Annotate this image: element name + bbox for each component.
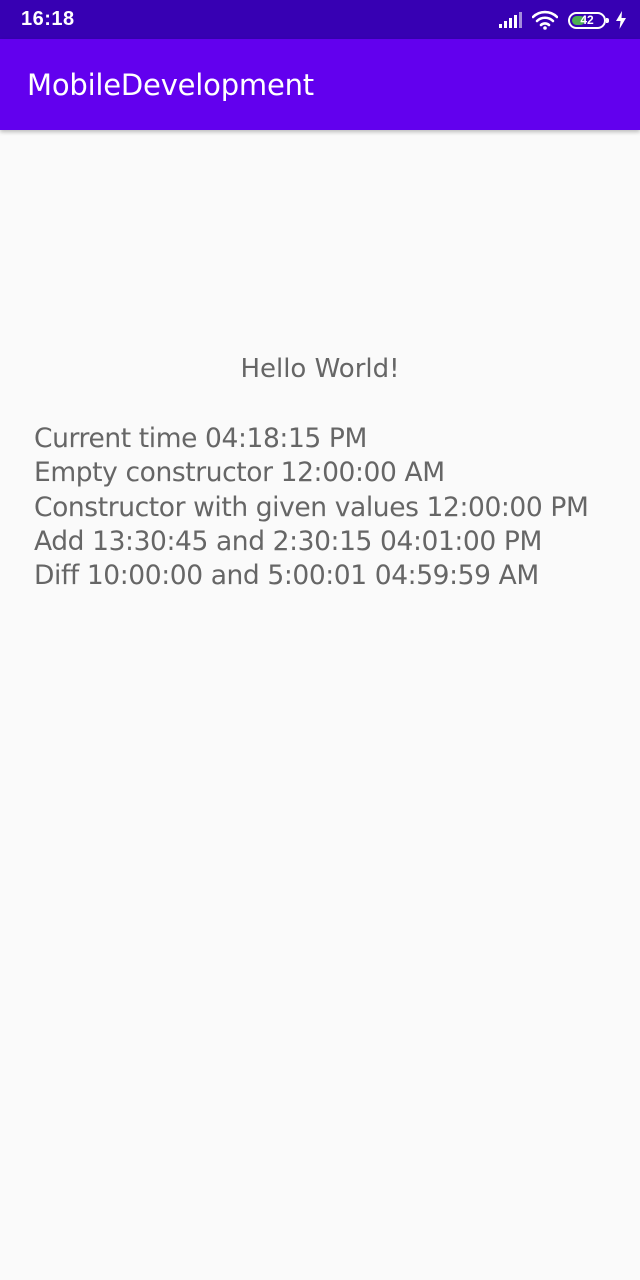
app-title: MobileDevelopment [27, 68, 314, 102]
status-bar: 16:18 42 [0, 0, 640, 39]
battery-icon: 42 [568, 11, 609, 29]
signal-icon [499, 12, 522, 28]
add-times-line: Add 13:30:45 and 2:30:15 04:01:00 PM [34, 525, 542, 557]
empty-constructor-line: Empty constructor 12:00:00 AM [34, 457, 445, 489]
hello-text: Hello World! [240, 354, 400, 384]
constructor-values-line: Constructor with given values 12:00:00 P… [34, 491, 589, 523]
charging-icon [616, 11, 626, 29]
results-list: Current time 04:18:15 PM Empty construct… [34, 422, 589, 593]
wifi-icon [532, 10, 558, 30]
status-time: 16:18 [21, 8, 75, 30]
main-content: Hello World! Current time 04:18:15 PM Em… [0, 130, 640, 1280]
app-bar: MobileDevelopment [0, 39, 640, 130]
status-icons: 42 [498, 8, 626, 32]
current-time-line: Current time 04:18:15 PM [34, 423, 367, 454]
diff-times-line: Diff 10:00:00 and 5:00:01 04:59:59 AM [34, 560, 539, 592]
battery-level: 42 [580, 13, 594, 27]
